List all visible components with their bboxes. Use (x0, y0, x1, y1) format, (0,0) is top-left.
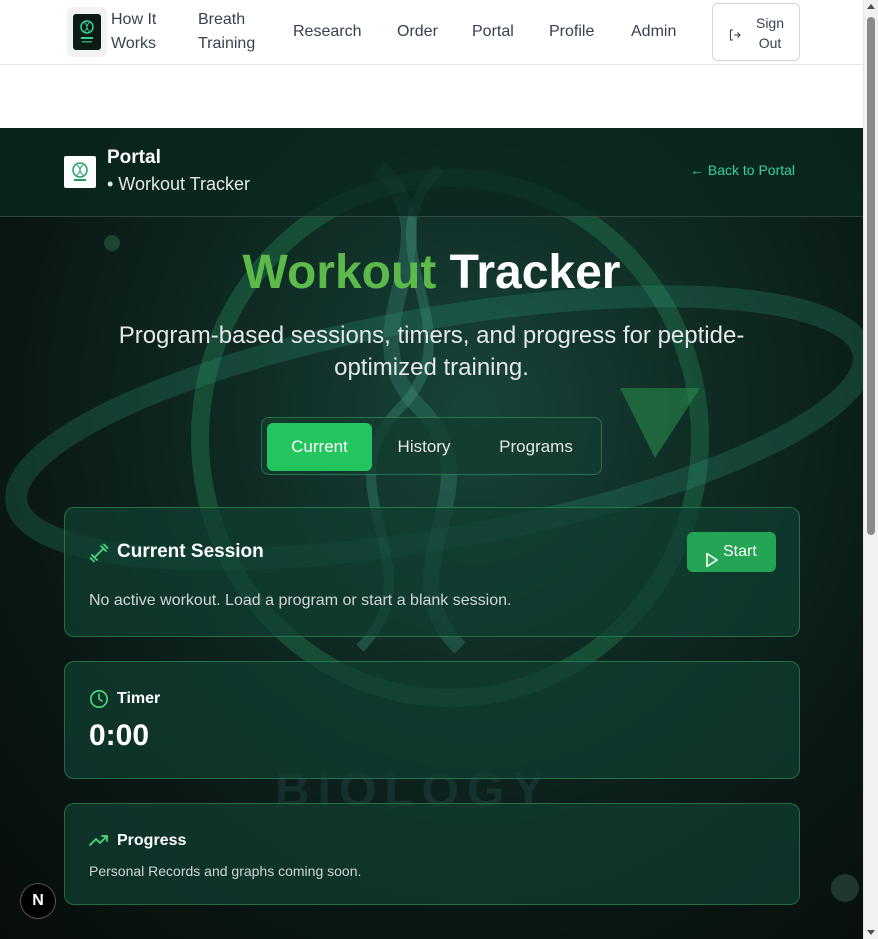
dumbbell-icon (89, 543, 109, 568)
nav-portal[interactable]: Portal (472, 20, 514, 44)
current-session-title: Current Session (117, 541, 264, 562)
timer-title: Timer (117, 690, 161, 707)
sign-out-button[interactable]: Sign Out (712, 3, 800, 61)
portal-title-block: Portal • Workout Tracker (107, 146, 250, 198)
trending-up-icon (89, 832, 109, 853)
play-icon (705, 544, 719, 584)
sign-out-label-1: Sign (755, 15, 785, 31)
scroll-up-icon[interactable] (867, 4, 875, 9)
tab-programs[interactable]: Programs (478, 423, 594, 471)
scrollbar-thumb[interactable] (867, 17, 875, 535)
session-empty-message: No active workout. Load a program or sta… (89, 592, 512, 609)
page-title: Workout Tracker (0, 245, 863, 301)
brand-logo[interactable] (67, 7, 107, 57)
tab-current[interactable]: Current (267, 423, 372, 471)
clock-icon (89, 689, 109, 714)
timer-card: Timer 0:00 (64, 661, 800, 779)
page-title-highlight: Workout (242, 246, 437, 299)
back-to-portal-link[interactable]: ← Back to Portal (690, 162, 795, 178)
progress-card: Progress Personal Records and graphs com… (64, 803, 800, 905)
scroll-down-icon[interactable] (867, 930, 875, 935)
current-session-card: Current Session Start No active workout.… (64, 507, 800, 637)
header-spacer (0, 65, 863, 128)
progress-title: Progress (117, 832, 187, 849)
portal-logo-icon (64, 156, 96, 188)
nav-breath-training[interactable]: Breath Training (198, 8, 255, 56)
start-label: Start (723, 543, 757, 560)
nav-admin[interactable]: Admin (631, 20, 676, 44)
progress-message: Personal Records and graphs coming soon. (89, 863, 362, 879)
top-nav: How It Works Breath Training Research Orde… (0, 0, 863, 65)
nav-research[interactable]: Research (293, 20, 361, 44)
start-button[interactable]: Start (687, 532, 776, 572)
page-title-rest: Tracker (449, 246, 621, 299)
nextjs-dev-button[interactable]: N (20, 883, 56, 919)
portal-title: Portal (107, 147, 161, 168)
tab-history[interactable]: History (376, 423, 472, 471)
page-subtitle: Program-based sessions, timers, and prog… (118, 322, 745, 381)
sign-out-label-2: Out (758, 35, 782, 51)
nav-how-it-works[interactable]: How It Works (111, 8, 156, 56)
page-scrollbar[interactable] (863, 0, 878, 939)
nav-profile[interactable]: Profile (549, 20, 594, 44)
logout-icon (729, 26, 741, 46)
dna-logo-icon (73, 14, 101, 50)
timer-value: 0:00 (89, 719, 150, 752)
tab-bar: Current History Programs (261, 417, 602, 475)
portal-subtitle: • Workout Tracker (107, 174, 251, 194)
nav-order[interactable]: Order (397, 20, 438, 44)
